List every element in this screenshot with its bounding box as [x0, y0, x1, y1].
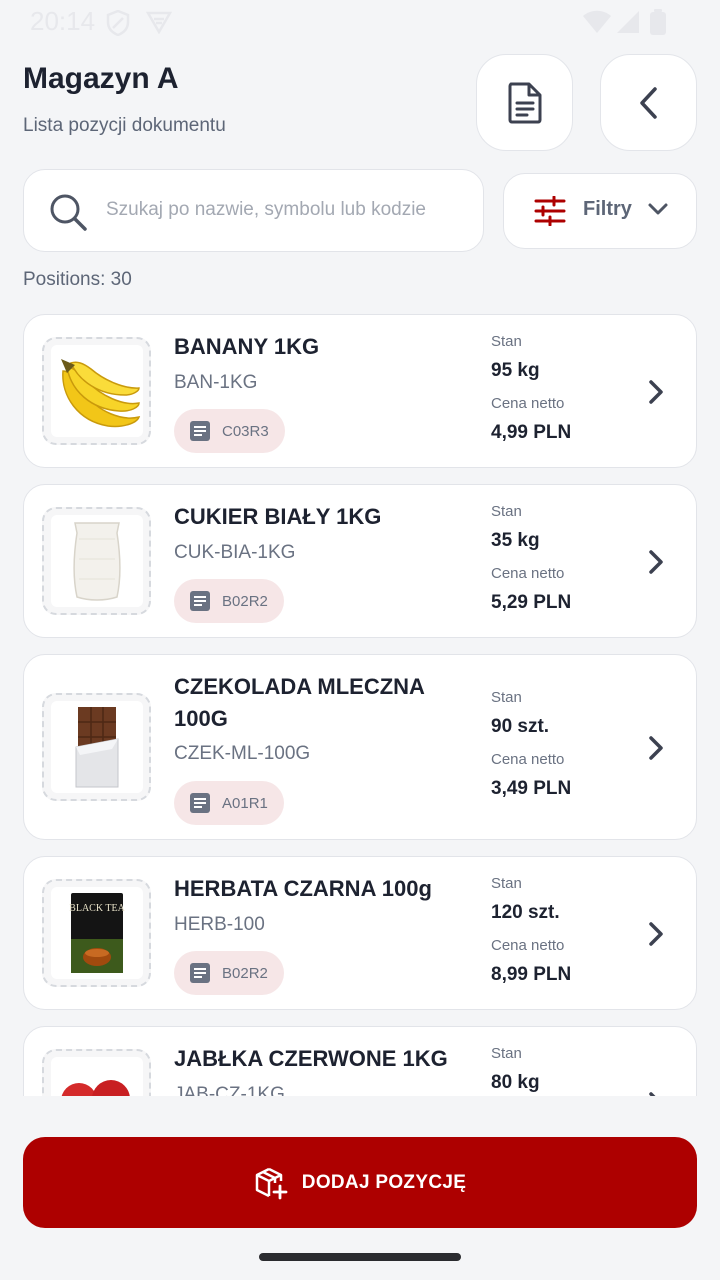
status-time: 20:14	[30, 6, 96, 36]
chevron-down-icon	[648, 203, 668, 215]
list-item[interactable]: CUKIER BIAŁY 1KG CUK-BIA-1KG B02R2 Stan …	[23, 484, 697, 638]
product-sku: BAN-1KG	[174, 372, 258, 393]
home-indicator[interactable]	[259, 1253, 461, 1261]
shield-icon	[106, 10, 130, 36]
location-code: B02R2	[222, 592, 268, 610]
status-bar: 20:14	[0, 0, 720, 44]
chocolate-bar-image	[75, 707, 118, 788]
location-badge: C03R3	[174, 409, 285, 453]
price-label: Cena netto	[491, 751, 565, 768]
location-code: A01R1	[222, 794, 268, 812]
filters-button[interactable]: Filtry	[503, 173, 697, 249]
chevron-left-icon	[639, 86, 657, 119]
battery-icon	[650, 9, 666, 35]
chevron-right-icon[interactable]	[646, 1091, 666, 1096]
stock-value: 90 szt.	[491, 716, 550, 737]
location-badge: B02R2	[174, 951, 284, 995]
add-position-button[interactable]: DODAJ POZYCJĘ	[23, 1137, 697, 1228]
add-position-label: DODAJ POZYCJĘ	[301, 1171, 467, 1193]
add-package-icon	[255, 1167, 288, 1199]
location-code: C03R3	[222, 422, 269, 440]
sliders-icon	[534, 196, 566, 226]
location-badge: B02R2	[174, 579, 284, 623]
stock-label: Stan	[491, 333, 522, 350]
red-apples-image	[61, 1080, 130, 1096]
product-name: BANANY 1KG	[174, 334, 320, 359]
price-value: 4,99 PLN	[491, 422, 572, 443]
price-label: Cena netto	[491, 565, 565, 582]
price-label: Cena netto	[491, 395, 565, 412]
list-item[interactable]: CZEKOLADA MLECZNA 100G CZEK-ML-100G A01R…	[23, 654, 697, 840]
price-value: 8,99 PLN	[491, 964, 572, 985]
search-icon	[50, 194, 87, 231]
items-list[interactable]: BANANY 1KG BAN-1KG C03R3 Stan 95 kg Cena…	[0, 314, 720, 1096]
product-name: CUKIER BIAŁY 1KG	[174, 504, 382, 529]
location-code: B02R2	[222, 964, 268, 982]
chevron-right-icon[interactable]	[646, 549, 666, 575]
wifi-icon	[583, 10, 611, 33]
product-sku: HERB-100	[174, 914, 265, 935]
list-item[interactable]: BLACK TEA HERBATA CZARNA 100g HERB-100 B…	[23, 856, 697, 1010]
stock-label: Stan	[491, 689, 522, 706]
stock-label: Stan	[491, 875, 522, 892]
price-value: 5,29 PLN	[491, 592, 572, 613]
filters-label: Filtry	[583, 198, 632, 220]
product-image	[42, 337, 151, 445]
document-icon	[508, 82, 541, 123]
positions-count: Positions: 30	[23, 269, 132, 290]
page-subtitle: Lista pozycji dokumentu	[23, 115, 226, 136]
document-button[interactable]	[476, 54, 573, 151]
price-value: 3,49 PLN	[491, 778, 572, 799]
product-name: JABŁKA CZERWONE 1KG	[174, 1046, 448, 1071]
product-image	[42, 1049, 151, 1096]
product-image: BLACK TEA	[42, 879, 151, 987]
tea-box-lettering: BLACK TEA	[69, 903, 125, 914]
chevron-right-icon[interactable]	[646, 921, 666, 947]
search-box[interactable]	[23, 169, 484, 252]
page-title: Magazyn A	[23, 62, 179, 95]
note-icon	[190, 421, 210, 441]
chevron-right-icon[interactable]	[646, 735, 666, 761]
stock-label: Stan	[491, 503, 522, 520]
product-image	[42, 507, 151, 615]
stock-value: 120 szt.	[491, 902, 560, 923]
stock-value: 80 kg	[491, 1072, 540, 1093]
product-name: HERBATA CZARNA 100g	[174, 876, 432, 901]
note-icon	[190, 591, 210, 611]
sugar-bag-image	[72, 522, 121, 601]
signal-icon	[617, 11, 639, 33]
product-image	[42, 693, 151, 801]
chevron-right-icon[interactable]	[646, 379, 666, 405]
list-item[interactable]: JABŁKA CZERWONE 1KG JAB-CZ-1KG Stan 80 k…	[23, 1026, 697, 1096]
search-input[interactable]	[106, 190, 471, 230]
bananas-image	[60, 359, 140, 428]
stock-value: 95 kg	[491, 360, 540, 381]
product-sku: JAB-CZ-1KG	[174, 1084, 285, 1096]
price-label: Cena netto	[491, 937, 565, 954]
black-tea-box-image: BLACK TEA	[69, 893, 125, 973]
location-badge: A01R1	[174, 781, 284, 825]
back-button[interactable]	[600, 54, 697, 151]
stock-value: 35 kg	[491, 530, 540, 551]
note-icon	[190, 793, 210, 813]
vpn-icon	[146, 11, 172, 34]
stock-label: Stan	[491, 1045, 522, 1062]
note-icon	[190, 963, 210, 983]
product-sku: CZEK-ML-100G	[174, 743, 311, 764]
product-sku: CUK-BIA-1KG	[174, 542, 296, 563]
product-name: CZEKOLADA MLECZNA 100G	[174, 674, 425, 731]
list-item[interactable]: BANANY 1KG BAN-1KG C03R3 Stan 95 kg Cena…	[23, 314, 697, 468]
